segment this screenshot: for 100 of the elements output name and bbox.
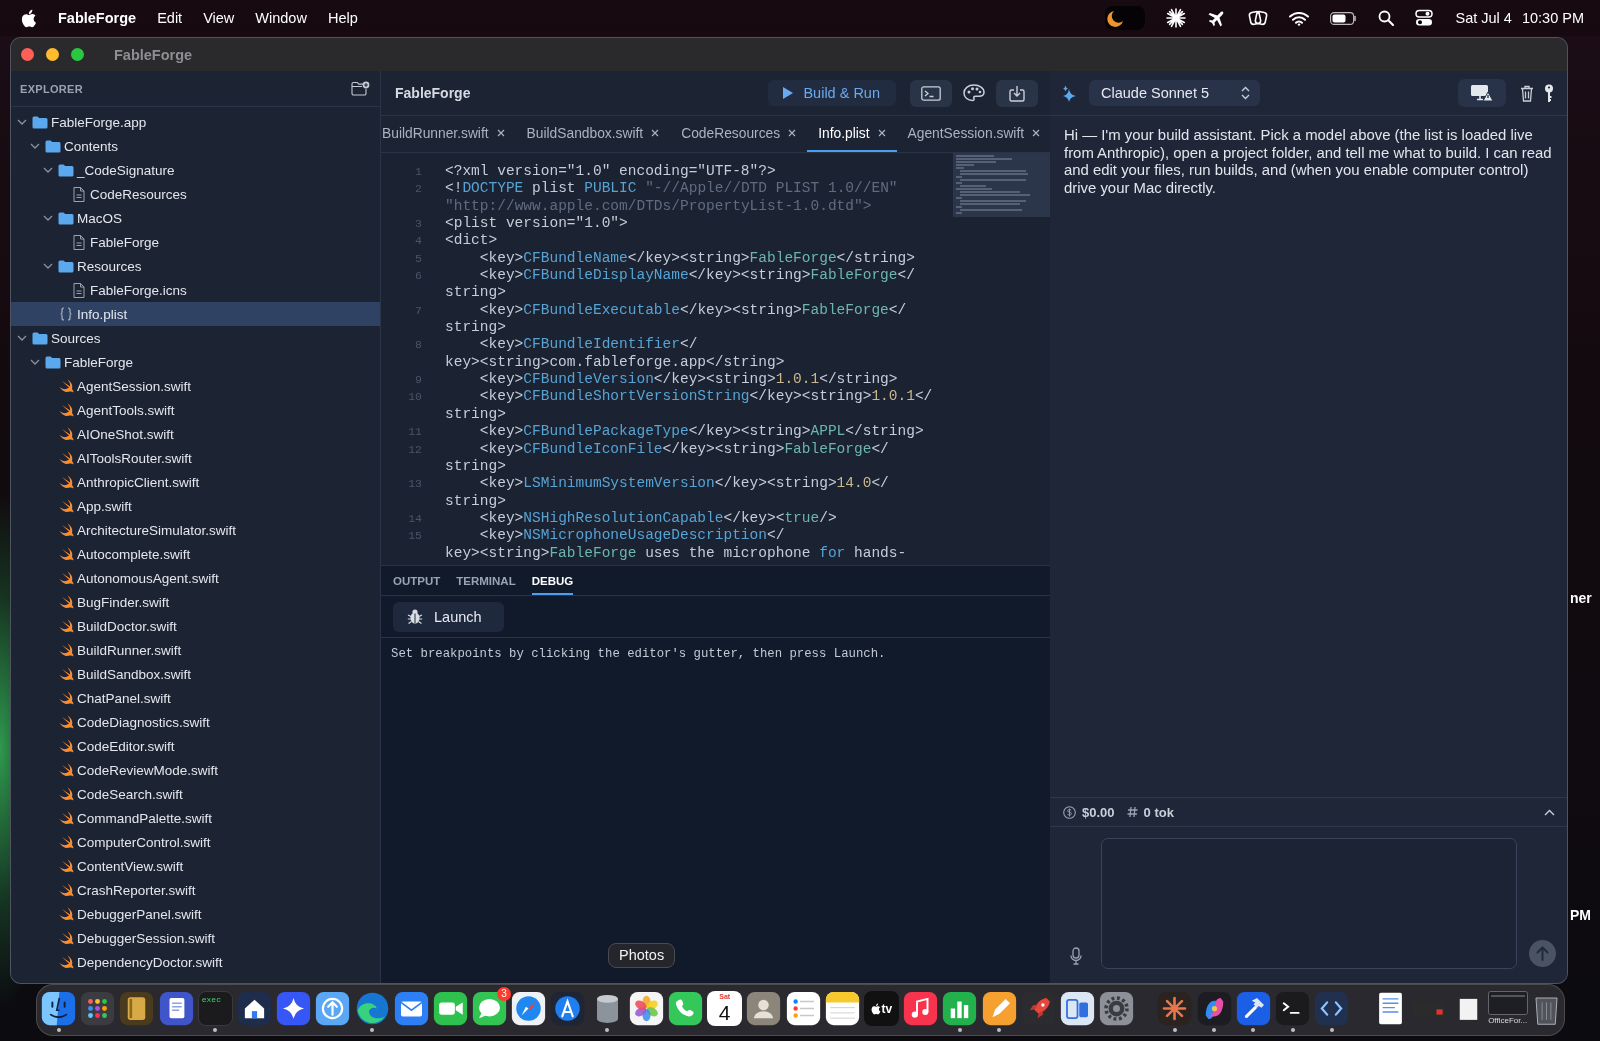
terminal-icon[interactable] <box>1275 991 1310 1026</box>
chevron-down-icon[interactable] <box>30 359 40 365</box>
flower-icon[interactable] <box>628 991 664 1026</box>
tree-item[interactable]: BuildRunner.swift <box>11 638 380 662</box>
toggles-icon[interactable] <box>1414 9 1433 27</box>
new-folder-icon[interactable] <box>351 81 370 96</box>
zoom-window-button[interactable] <box>71 48 84 61</box>
export-button[interactable] <box>996 79 1038 107</box>
palette-icon[interactable] <box>963 84 985 102</box>
tree-item[interactable]: FableForge.icns <box>11 278 380 302</box>
bar-chart-icon[interactable] <box>942 991 978 1026</box>
close-icon[interactable] <box>651 129 660 137</box>
dock-app-button[interactable]: tv <box>863 991 899 1026</box>
model-selector[interactable]: Claude Sonnet 5 <box>1089 80 1260 106</box>
tree-item[interactable]: ContentView.swift <box>11 854 380 878</box>
tree-item[interactable]: MacOS <box>11 206 380 230</box>
launch-button[interactable]: Launch <box>393 601 504 632</box>
search-icon[interactable] <box>1377 10 1394 26</box>
tree-item[interactable]: DependencyDoctor.swift <box>11 950 380 974</box>
tree-item[interactable]: AIOneShot.swift <box>11 422 380 446</box>
key-icon[interactable] <box>1544 83 1554 103</box>
tree-item[interactable]: DebuggerSession.swift <box>11 926 380 950</box>
sparkle-icon[interactable] <box>276 991 312 1026</box>
chevron-down-icon[interactable] <box>43 263 53 269</box>
tree-item[interactable]: Resources <box>11 254 380 278</box>
swirl-icon[interactable] <box>354 991 390 1026</box>
tree-item[interactable]: CodeEditor.swift <box>11 734 380 758</box>
tree-item[interactable]: CodeSearch.swift <box>11 782 380 806</box>
close-icon[interactable] <box>1032 129 1041 137</box>
starburst-icon[interactable] <box>1165 8 1186 28</box>
document-icon[interactable] <box>158 991 194 1026</box>
tree-item[interactable]: CodeResources <box>11 182 380 206</box>
chevron-down-icon[interactable] <box>17 335 27 341</box>
tree-item[interactable]: ArchitectureSimulator.swift <box>11 518 380 542</box>
menu-bar-clock[interactable]: 10:30 PM <box>1521 10 1584 26</box>
tree-item[interactable]: CodeReviewMode.swift <box>11 758 380 782</box>
hammer-icon[interactable] <box>1235 991 1271 1026</box>
tree-item[interactable]: CrashReporter.swift <box>11 878 380 902</box>
message-input[interactable] <box>1101 838 1517 969</box>
chevron-up-icon[interactable] <box>1544 808 1555 816</box>
editor-tab[interactable]: AgentSession.swift <box>896 116 1050 152</box>
close-window-button[interactable] <box>21 48 34 61</box>
music-note-icon[interactable] <box>903 991 939 1026</box>
tree-item[interactable]: ComputerControl.swift <box>11 830 380 854</box>
tree-item[interactable]: AIToolsRouter.swift <box>11 446 380 470</box>
video-camera-icon[interactable] <box>432 991 468 1026</box>
envelope-icon[interactable] <box>393 991 429 1026</box>
menu-item[interactable]: Window <box>255 10 307 26</box>
wifi-icon[interactable] <box>1288 10 1309 26</box>
microphone-icon[interactable] <box>1069 947 1082 965</box>
tree-item[interactable]: AgentSession.swift <box>11 374 380 398</box>
moon-icon[interactable] <box>1104 6 1145 30</box>
close-icon[interactable] <box>788 129 797 137</box>
gear-icon[interactable] <box>1099 991 1135 1026</box>
panel-tab[interactable]: OUTPUT <box>393 566 441 595</box>
terminal-button[interactable] <box>910 79 952 107</box>
editor-tab[interactable]: CodeResources <box>670 116 808 152</box>
face-icon[interactable] <box>41 991 76 1026</box>
tree-item[interactable]: CodeDiagnostics.swift <box>11 710 380 734</box>
devices-icon[interactable] <box>1059 991 1095 1026</box>
chevron-down-icon[interactable] <box>43 167 53 173</box>
tree-item[interactable]: FableForge <box>11 350 380 374</box>
overlapping-squares-icon[interactable] <box>1247 8 1268 28</box>
house-icon[interactable] <box>236 991 272 1026</box>
tree-item[interactable]: AutonomousAgent.swift <box>11 566 380 590</box>
ribbon-icon[interactable] <box>1196 991 1232 1026</box>
tree-item[interactable]: BuildDoctor.swift <box>11 614 380 638</box>
app-grid-icon[interactable] <box>80 991 116 1026</box>
chevron-down-icon[interactable] <box>43 215 53 221</box>
menu-item[interactable]: View <box>203 10 235 26</box>
compass-icon[interactable] <box>511 991 547 1026</box>
notepad-icon[interactable] <box>824 991 860 1026</box>
tree-item[interactable]: FableForge <box>11 230 380 254</box>
code-brackets-icon[interactable] <box>1314 991 1350 1026</box>
minimize-window-button[interactable] <box>46 48 59 61</box>
pen-icon[interactable] <box>981 991 1017 1026</box>
dock-app-button[interactable]: exec <box>197 991 233 1026</box>
app-menu[interactable]: FableForge <box>58 10 137 26</box>
tree-item[interactable]: Contents <box>11 134 380 158</box>
person-icon[interactable] <box>746 991 782 1026</box>
menu-item[interactable]: Edit <box>157 10 183 26</box>
apple-icon[interactable] <box>21 8 37 28</box>
close-icon[interactable] <box>496 129 505 137</box>
chevron-down-icon[interactable] <box>17 119 27 125</box>
menu-item[interactable]: Help <box>327 10 358 26</box>
build-and-run-button[interactable]: Build & Run <box>768 80 896 106</box>
phone-icon[interactable] <box>668 991 703 1026</box>
checklist-icon[interactable] <box>785 991 821 1026</box>
tree-item[interactable]: FableForge.app <box>11 110 380 134</box>
tree-item[interactable]: Sources <box>11 326 380 350</box>
trash-icon[interactable] <box>1520 84 1534 102</box>
tree-item[interactable]: _CodeSignature <box>11 158 380 182</box>
tree-item[interactable]: Info.plist <box>11 302 380 326</box>
tree-item[interactable]: DebuggerPanel.swift <box>11 902 380 926</box>
tree-item[interactable]: Autocomplete.swift <box>11 542 380 566</box>
tree-item[interactable]: AgentTools.swift <box>11 398 380 422</box>
editor-tab[interactable]: BuildSandbox.swift <box>515 116 671 152</box>
panel-tab[interactable]: TERMINAL <box>456 566 516 595</box>
computer-control-button[interactable] <box>1458 79 1506 107</box>
battery-icon[interactable] <box>1329 11 1357 25</box>
